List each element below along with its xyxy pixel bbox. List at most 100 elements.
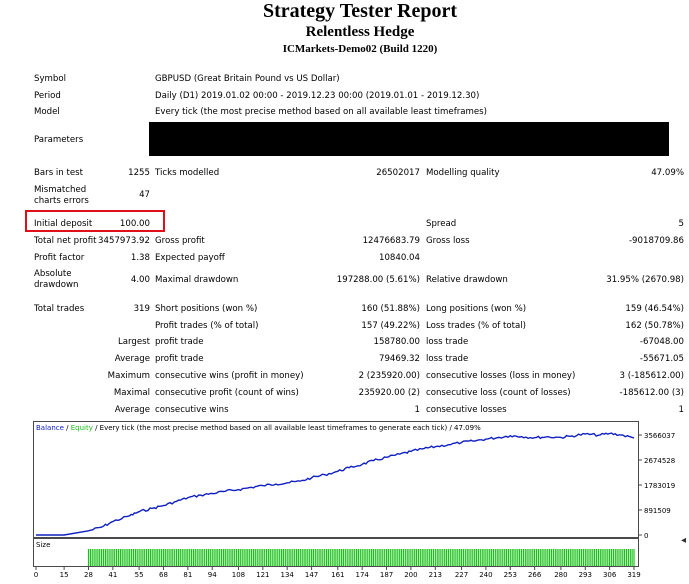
mcp-label: consecutive profit (count of wins) [155, 388, 299, 398]
size-bar [485, 549, 487, 566]
x-tick-label: 174 [355, 571, 369, 579]
size-bar [462, 549, 464, 566]
size-bar [580, 549, 583, 566]
size-bar [121, 549, 123, 566]
size-bar [543, 549, 545, 566]
size-bar [539, 549, 541, 566]
size-bar [494, 549, 496, 566]
size-bar [357, 549, 359, 566]
size-bar [372, 549, 374, 566]
size-bar [504, 549, 506, 566]
chart-header-rest: / Every tick (the most precise method ba… [93, 424, 481, 432]
size-bar [232, 549, 234, 566]
size-bar [468, 549, 470, 566]
size-bar [408, 549, 410, 566]
spread-label: Spread [426, 219, 457, 229]
size-bar [93, 549, 95, 566]
size-bar [273, 549, 275, 566]
size-bar [627, 549, 629, 566]
size-bar [290, 549, 292, 566]
size-bar [314, 549, 316, 566]
mcw-value: 2 (235920.00) [358, 371, 420, 381]
size-bar [322, 549, 324, 566]
scroll-arrow-icon[interactable]: ◂ [681, 535, 686, 546]
size-bar [221, 549, 223, 566]
x-tick-label: 293 [579, 571, 592, 579]
size-bar [483, 549, 485, 566]
size-bar [513, 549, 515, 566]
mclc-label: consecutive loss (count of losses) [426, 388, 571, 398]
y-tick-label: 2674528 [644, 457, 675, 465]
x-tick-label: 306 [603, 571, 617, 579]
size-bar [200, 549, 202, 566]
size-bar [116, 549, 118, 566]
size-bar [365, 549, 367, 566]
bars-label: Bars in test [34, 168, 83, 178]
size-bar [624, 549, 626, 566]
size-bar [371, 549, 373, 566]
x-tick-label: 161 [331, 571, 344, 579]
size-bar [569, 549, 571, 566]
size-bar [595, 549, 598, 566]
x-tick-label: 187 [380, 571, 393, 579]
size-bar [631, 549, 633, 566]
size-bar [144, 549, 146, 566]
size-bar [445, 549, 448, 566]
size-bar [266, 549, 268, 566]
size-bar [464, 549, 466, 566]
size-bar [101, 549, 103, 566]
size-bar [475, 549, 478, 566]
grossloss-label: Gross loss [426, 236, 470, 246]
size-bar [579, 549, 581, 566]
size-bar [271, 549, 273, 566]
reldd-value: 31.95% (2670.98) [606, 275, 684, 285]
size-bar [505, 549, 508, 566]
size-bar [297, 549, 299, 566]
parameters-redacted-block [149, 122, 669, 156]
size-bar [552, 549, 554, 566]
size-bar [481, 549, 483, 566]
x-tick-label: 280 [554, 571, 567, 579]
size-bar [451, 549, 453, 566]
deposit-value: 100.00 [119, 219, 150, 229]
size-bar [117, 549, 120, 566]
size-bar [565, 549, 568, 566]
y-tick-label: 891509 [644, 507, 671, 515]
size-bar [194, 549, 196, 566]
size-bar [374, 549, 376, 566]
parameters-label: Parameters [34, 135, 84, 145]
size-bar [605, 549, 607, 566]
size-bar [95, 549, 97, 566]
size-bar [104, 549, 106, 566]
model-label: Model [34, 107, 60, 117]
acl-value: 1 [678, 405, 684, 415]
size-bar [571, 549, 573, 566]
lt-value: 162 (50.78%) [625, 321, 684, 331]
size-bar [284, 549, 286, 566]
balance-chart: Balance / Equity / Every tick (the most … [30, 419, 689, 580]
pf-label: Profit factor [34, 253, 85, 263]
size-bar [282, 549, 284, 566]
size-bar [414, 549, 416, 566]
size-bar [582, 549, 584, 566]
y-axis-ticks: 3566037 2674528 1783019 891509 0 [638, 432, 675, 540]
size-bar [537, 549, 539, 566]
size-bar [307, 549, 309, 566]
size-bar [502, 549, 504, 566]
size-bar [335, 549, 337, 566]
size-bar [102, 549, 105, 566]
size-bar [490, 549, 493, 566]
size-bar [382, 549, 384, 566]
size-bar [219, 549, 221, 566]
size-bar [363, 549, 365, 566]
size-bar [191, 549, 193, 566]
size-bar [455, 549, 457, 566]
size-bar [402, 549, 404, 566]
size-bar [549, 549, 551, 566]
size-bar [168, 549, 170, 566]
apt-label: profit trade [155, 354, 204, 364]
grossprofit-value: 12476683.79 [362, 236, 420, 246]
absdd-label-2: drawdown [34, 280, 79, 290]
size-bar [138, 549, 140, 566]
symbol-label: Symbol [34, 74, 67, 84]
